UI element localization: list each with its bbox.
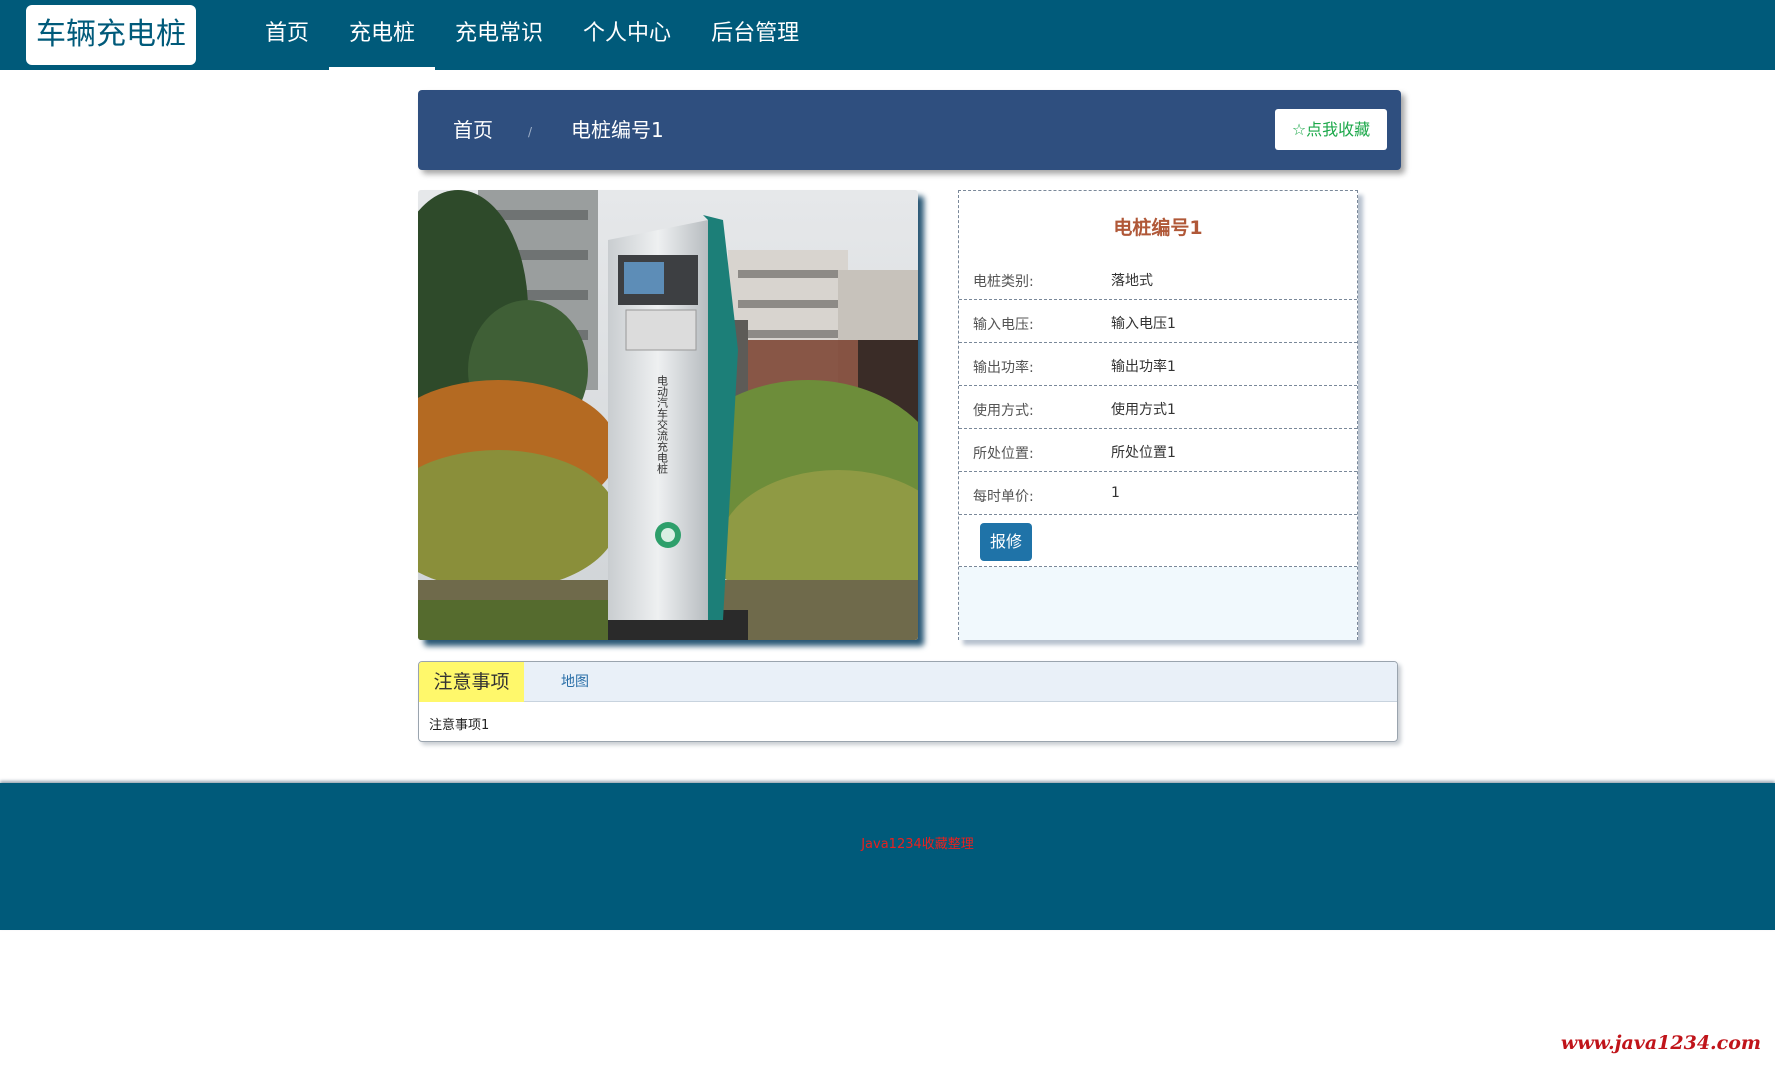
field-row-output-power: 输出功率: 输出功率1	[959, 343, 1357, 386]
nav-personal-center[interactable]: 个人中心	[563, 0, 691, 70]
tab-notes[interactable]: 注意事项	[419, 662, 524, 702]
field-row-location: 所处位置: 所处位置1	[959, 429, 1357, 472]
pile-vertical-text: 电动汽车交流充电桩	[656, 375, 669, 475]
main-nav: 首页 充电桩 充电常识 个人中心 后台管理	[245, 0, 819, 70]
nav-charging-knowledge[interactable]: 充电常识	[435, 0, 563, 70]
field-label: 所处位置:	[973, 446, 1034, 462]
field-value: 落地式	[1111, 273, 1153, 289]
field-row-input-voltage: 输入电压: 输入电压1	[959, 300, 1357, 343]
breadcrumb-current: 电桩编号1	[571, 118, 664, 142]
footer: Java1234收藏整理	[0, 783, 1775, 930]
info-tabs: 注意事项 地图 注意事项1	[418, 661, 1398, 742]
pile-title: 电桩编号1	[1113, 217, 1203, 239]
repair-row: 报修	[959, 516, 1357, 567]
field-label: 输入电压:	[973, 317, 1034, 333]
nav-home[interactable]: 首页	[245, 0, 329, 70]
nav-admin[interactable]: 后台管理	[691, 0, 819, 70]
watermark: www.java1234.com	[1560, 1032, 1761, 1054]
field-value: 输入电压1	[1111, 316, 1176, 332]
field-row-hourly-price: 每时单价: 1	[959, 472, 1357, 515]
repair-button[interactable]: 报修	[980, 523, 1032, 561]
brand-logo[interactable]: 车辆充电桩	[26, 5, 196, 65]
field-label: 电桩类别:	[973, 274, 1034, 290]
field-row-usage: 使用方式: 使用方式1	[959, 386, 1357, 429]
field-value: 1	[1111, 485, 1120, 501]
tab-content: 注意事项1	[429, 718, 490, 733]
breadcrumb-separator: /	[528, 125, 533, 139]
breadcrumb: 首页 / 电桩编号1 ☆点我收藏	[418, 90, 1401, 170]
breadcrumb-home-link[interactable]: 首页	[453, 90, 493, 170]
favorite-button[interactable]: ☆点我收藏	[1275, 109, 1387, 150]
tab-map[interactable]: 地图	[561, 662, 589, 702]
field-value: 输出功率1	[1111, 359, 1176, 375]
footer-text: Java1234收藏整理	[861, 837, 974, 852]
field-label: 输出功率:	[973, 360, 1034, 376]
detail-bottom-area	[959, 567, 1357, 640]
tabs-header: 注意事项 地图	[419, 662, 1397, 702]
field-label: 每时单价:	[973, 489, 1034, 505]
nav-charging-pile[interactable]: 充电桩	[329, 0, 436, 70]
top-navbar: 车辆充电桩 首页 充电桩 充电常识 个人中心 后台管理	[0, 0, 1775, 70]
pile-detail-panel: 电桩编号1 电桩类别: 落地式 输入电压: 输入电压1 输出功率: 输出功率1 …	[958, 190, 1358, 640]
field-label: 使用方式:	[973, 403, 1034, 419]
field-value: 使用方式1	[1111, 402, 1176, 418]
charging-pile-photo: 电动汽车交流充电桩	[418, 190, 918, 640]
field-row-category: 电桩类别: 落地式	[959, 257, 1357, 300]
field-value: 所处位置1	[1111, 445, 1176, 461]
